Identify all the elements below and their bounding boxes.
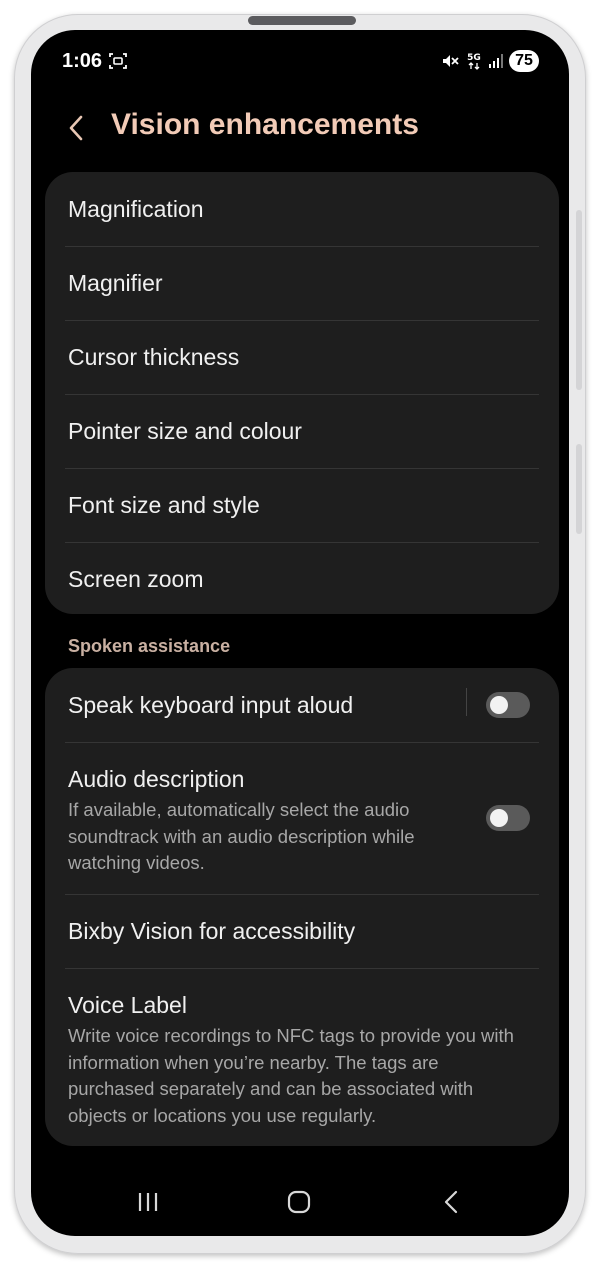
menu-item-label: Magnifier bbox=[68, 270, 163, 296]
menu-item-label: Screen zoom bbox=[68, 566, 204, 592]
bixby-vision-row[interactable]: Bixby Vision for accessibility bbox=[45, 894, 559, 968]
back-icon[interactable] bbox=[432, 1182, 472, 1222]
phone-screen: 1:06 5G 75 Vision enhancements Magnifica… bbox=[31, 30, 569, 1236]
toggle-knob bbox=[490, 809, 508, 827]
bixby-vision-label: Bixby Vision for accessibility bbox=[68, 918, 356, 944]
vertical-separator bbox=[466, 688, 467, 716]
speak-keyboard-row[interactable]: Speak keyboard input aloud bbox=[45, 668, 559, 742]
speak-keyboard-toggle[interactable] bbox=[486, 692, 530, 718]
voice-label-label: Voice Label bbox=[68, 992, 187, 1018]
recents-icon[interactable] bbox=[128, 1182, 168, 1222]
section-header-spoken-assistance: Spoken assistance bbox=[68, 636, 231, 656]
speak-keyboard-label: Speak keyboard input aloud bbox=[68, 692, 354, 718]
status-bar: 1:06 5G 75 bbox=[31, 30, 569, 92]
menu-item-cursor-thickness[interactable]: Cursor thickness bbox=[45, 320, 559, 394]
status-icons: 5G 75 bbox=[441, 49, 539, 73]
status-time: 1:06 bbox=[62, 50, 103, 72]
phone-speaker bbox=[248, 16, 356, 25]
menu-item-label: Cursor thickness bbox=[68, 344, 240, 370]
voice-label-row[interactable]: Voice Label Write voice recordings to NF… bbox=[45, 968, 559, 1146]
signal-icon bbox=[489, 54, 503, 68]
menu-item-font-size[interactable]: Font size and style bbox=[45, 468, 559, 542]
back-button[interactable] bbox=[63, 112, 89, 144]
app-header: Vision enhancements bbox=[31, 108, 569, 148]
vision-options-card: Magnification Magnifier Cursor thickness… bbox=[45, 172, 559, 614]
home-icon[interactable] bbox=[279, 1182, 319, 1222]
toggle-knob bbox=[490, 696, 508, 714]
audio-description-label: Audio description bbox=[68, 766, 245, 792]
menu-item-pointer-size[interactable]: Pointer size and colour bbox=[45, 394, 559, 468]
mute-icon bbox=[443, 55, 459, 67]
power-button bbox=[576, 444, 582, 534]
menu-item-label: Pointer size and colour bbox=[68, 418, 302, 444]
menu-item-label: Magnification bbox=[68, 196, 204, 222]
voice-label-text: Write voice recordings to NFC tags to pr… bbox=[68, 1025, 514, 1126]
menu-item-magnification[interactable]: Magnification bbox=[45, 172, 559, 246]
spoken-assistance-card: Speak keyboard input aloud Audio descrip… bbox=[45, 668, 559, 1146]
audio-description-toggle[interactable] bbox=[486, 805, 530, 831]
menu-item-screen-zoom[interactable]: Screen zoom bbox=[45, 542, 559, 614]
network-5g-icon: 5G bbox=[467, 53, 481, 70]
audio-description-text: If available, automatically select the a… bbox=[68, 799, 415, 873]
menu-item-label: Font size and style bbox=[68, 492, 260, 518]
volume-button bbox=[576, 210, 582, 390]
menu-item-magnifier[interactable]: Magnifier bbox=[45, 246, 559, 320]
network-label: 5G bbox=[467, 53, 481, 63]
screenshot-icon bbox=[109, 53, 127, 69]
page-title: Vision enhancements bbox=[111, 108, 419, 141]
battery-level: 75 bbox=[509, 50, 539, 72]
navigation-bar bbox=[31, 1170, 569, 1236]
audio-description-row[interactable]: Audio description If available, automati… bbox=[45, 742, 559, 894]
